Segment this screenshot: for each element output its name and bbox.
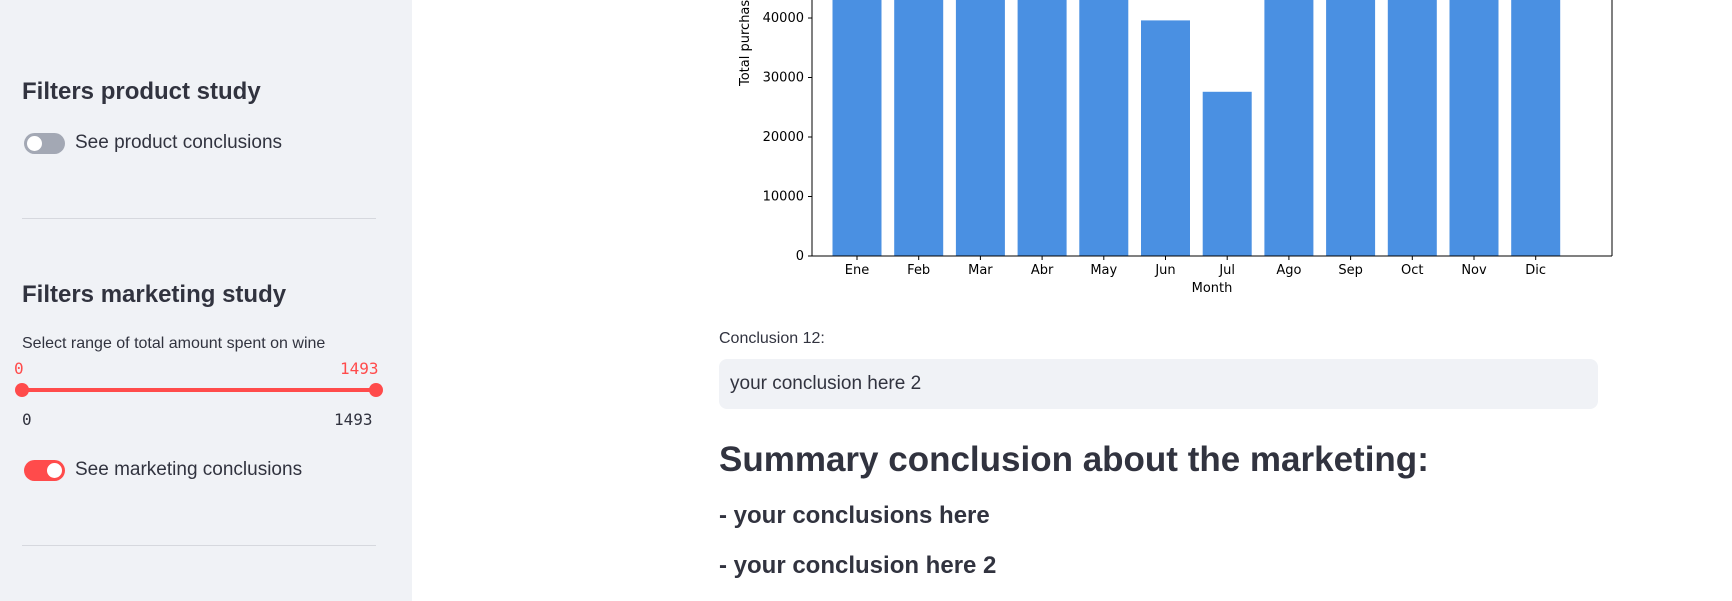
summary-bullet-2: - your conclusion here 2	[719, 552, 997, 579]
marketing-conclusions-toggle[interactable]	[24, 459, 65, 481]
y-tick-label: 0	[796, 249, 804, 264]
monthly-purchase-bar-chart: Ene Feb Mar Abr May Jun Jul Ago Sep Oct Nov Dic 0 100…	[738, 0, 1613, 296]
bar-jun	[1141, 20, 1190, 257]
product-conclusions-label: See product conclusions	[75, 132, 283, 153]
x-tick-label-nov: Nov	[1461, 263, 1487, 278]
slider-caption: Select range of total amount spent on wi…	[22, 335, 326, 352]
x-tick-label-mar: Mar	[968, 263, 993, 278]
summary-bullet-1: - your conclusions here	[719, 502, 990, 529]
x-tick-label-feb: Feb	[907, 263, 930, 278]
bar-dic	[1511, 0, 1561, 256]
y-tick-label: 30000	[763, 71, 804, 86]
y-tick-label: 20000	[763, 130, 804, 145]
bar-sep	[1326, 0, 1376, 256]
x-tick-label-dic: Dic	[1525, 263, 1546, 278]
sidebar-divider	[22, 545, 376, 546]
conclusion-12-input[interactable]	[719, 359, 1598, 409]
range-slider-track[interactable]	[15, 383, 383, 397]
marketing-conclusions-label: See marketing conclusions	[75, 459, 303, 480]
bar-feb	[894, 0, 944, 256]
bar-may	[1079, 0, 1129, 256]
range-slider-low-handle[interactable]	[15, 383, 29, 397]
toggle-knob	[47, 462, 62, 478]
slider-low-value: 0	[14, 359, 24, 378]
conclusion-12-label: Conclusion 12:	[719, 330, 825, 347]
bar-ago	[1264, 0, 1314, 256]
summary-heading: Summary conclusion about the marketing:	[719, 440, 1429, 479]
range-slider-high-handle[interactable]	[369, 383, 383, 397]
x-tick-label-sep: Sep	[1338, 263, 1363, 278]
slider-min-label: 0	[22, 410, 32, 429]
x-tick-label-may: May	[1090, 263, 1117, 278]
x-tick-label-ago: Ago	[1276, 263, 1301, 278]
x-tick-label-ene: Ene	[845, 263, 869, 278]
bar-ene	[832, 0, 882, 256]
toggle-knob	[27, 135, 42, 151]
product-conclusions-toggle[interactable]	[24, 132, 65, 154]
x-tick-label-jul: Jul	[1218, 263, 1235, 278]
y-tick-label: 10000	[763, 190, 804, 205]
y-tick-label: 40000	[763, 11, 804, 26]
product-conclusions-toggle-row[interactable]: See product conclusions	[24, 132, 282, 154]
bar-oct	[1387, 0, 1437, 256]
range-slider-fill	[22, 388, 376, 392]
x-axis-label: Month	[1192, 281, 1233, 296]
x-tick-label-abr: Abr	[1031, 263, 1054, 278]
bar-abr	[1017, 0, 1067, 256]
x-tick-label-jun: Jun	[1154, 263, 1175, 278]
x-tick-label-oct: Oct	[1401, 263, 1423, 278]
sidebar-divider	[22, 218, 376, 219]
slider-max-label: 1493	[334, 410, 373, 429]
main-content: Ene Feb Mar Abr May Jun Jul Ago Sep Oct Nov Dic 0 100…	[412, 0, 1732, 601]
y-axis-label: Total purchase	[738, 0, 753, 87]
sidebar: Filters product study See product conclu…	[0, 0, 412, 601]
product-filters-heading: Filters product study	[22, 78, 261, 105]
marketing-conclusions-toggle-row[interactable]: See marketing conclusions	[24, 459, 302, 481]
bar-nov	[1449, 0, 1499, 256]
bar-mar	[955, 0, 1005, 256]
slider-high-value: 1493	[340, 359, 379, 378]
marketing-filters-heading: Filters marketing study	[22, 281, 287, 308]
bar-jul	[1202, 91, 1252, 256]
